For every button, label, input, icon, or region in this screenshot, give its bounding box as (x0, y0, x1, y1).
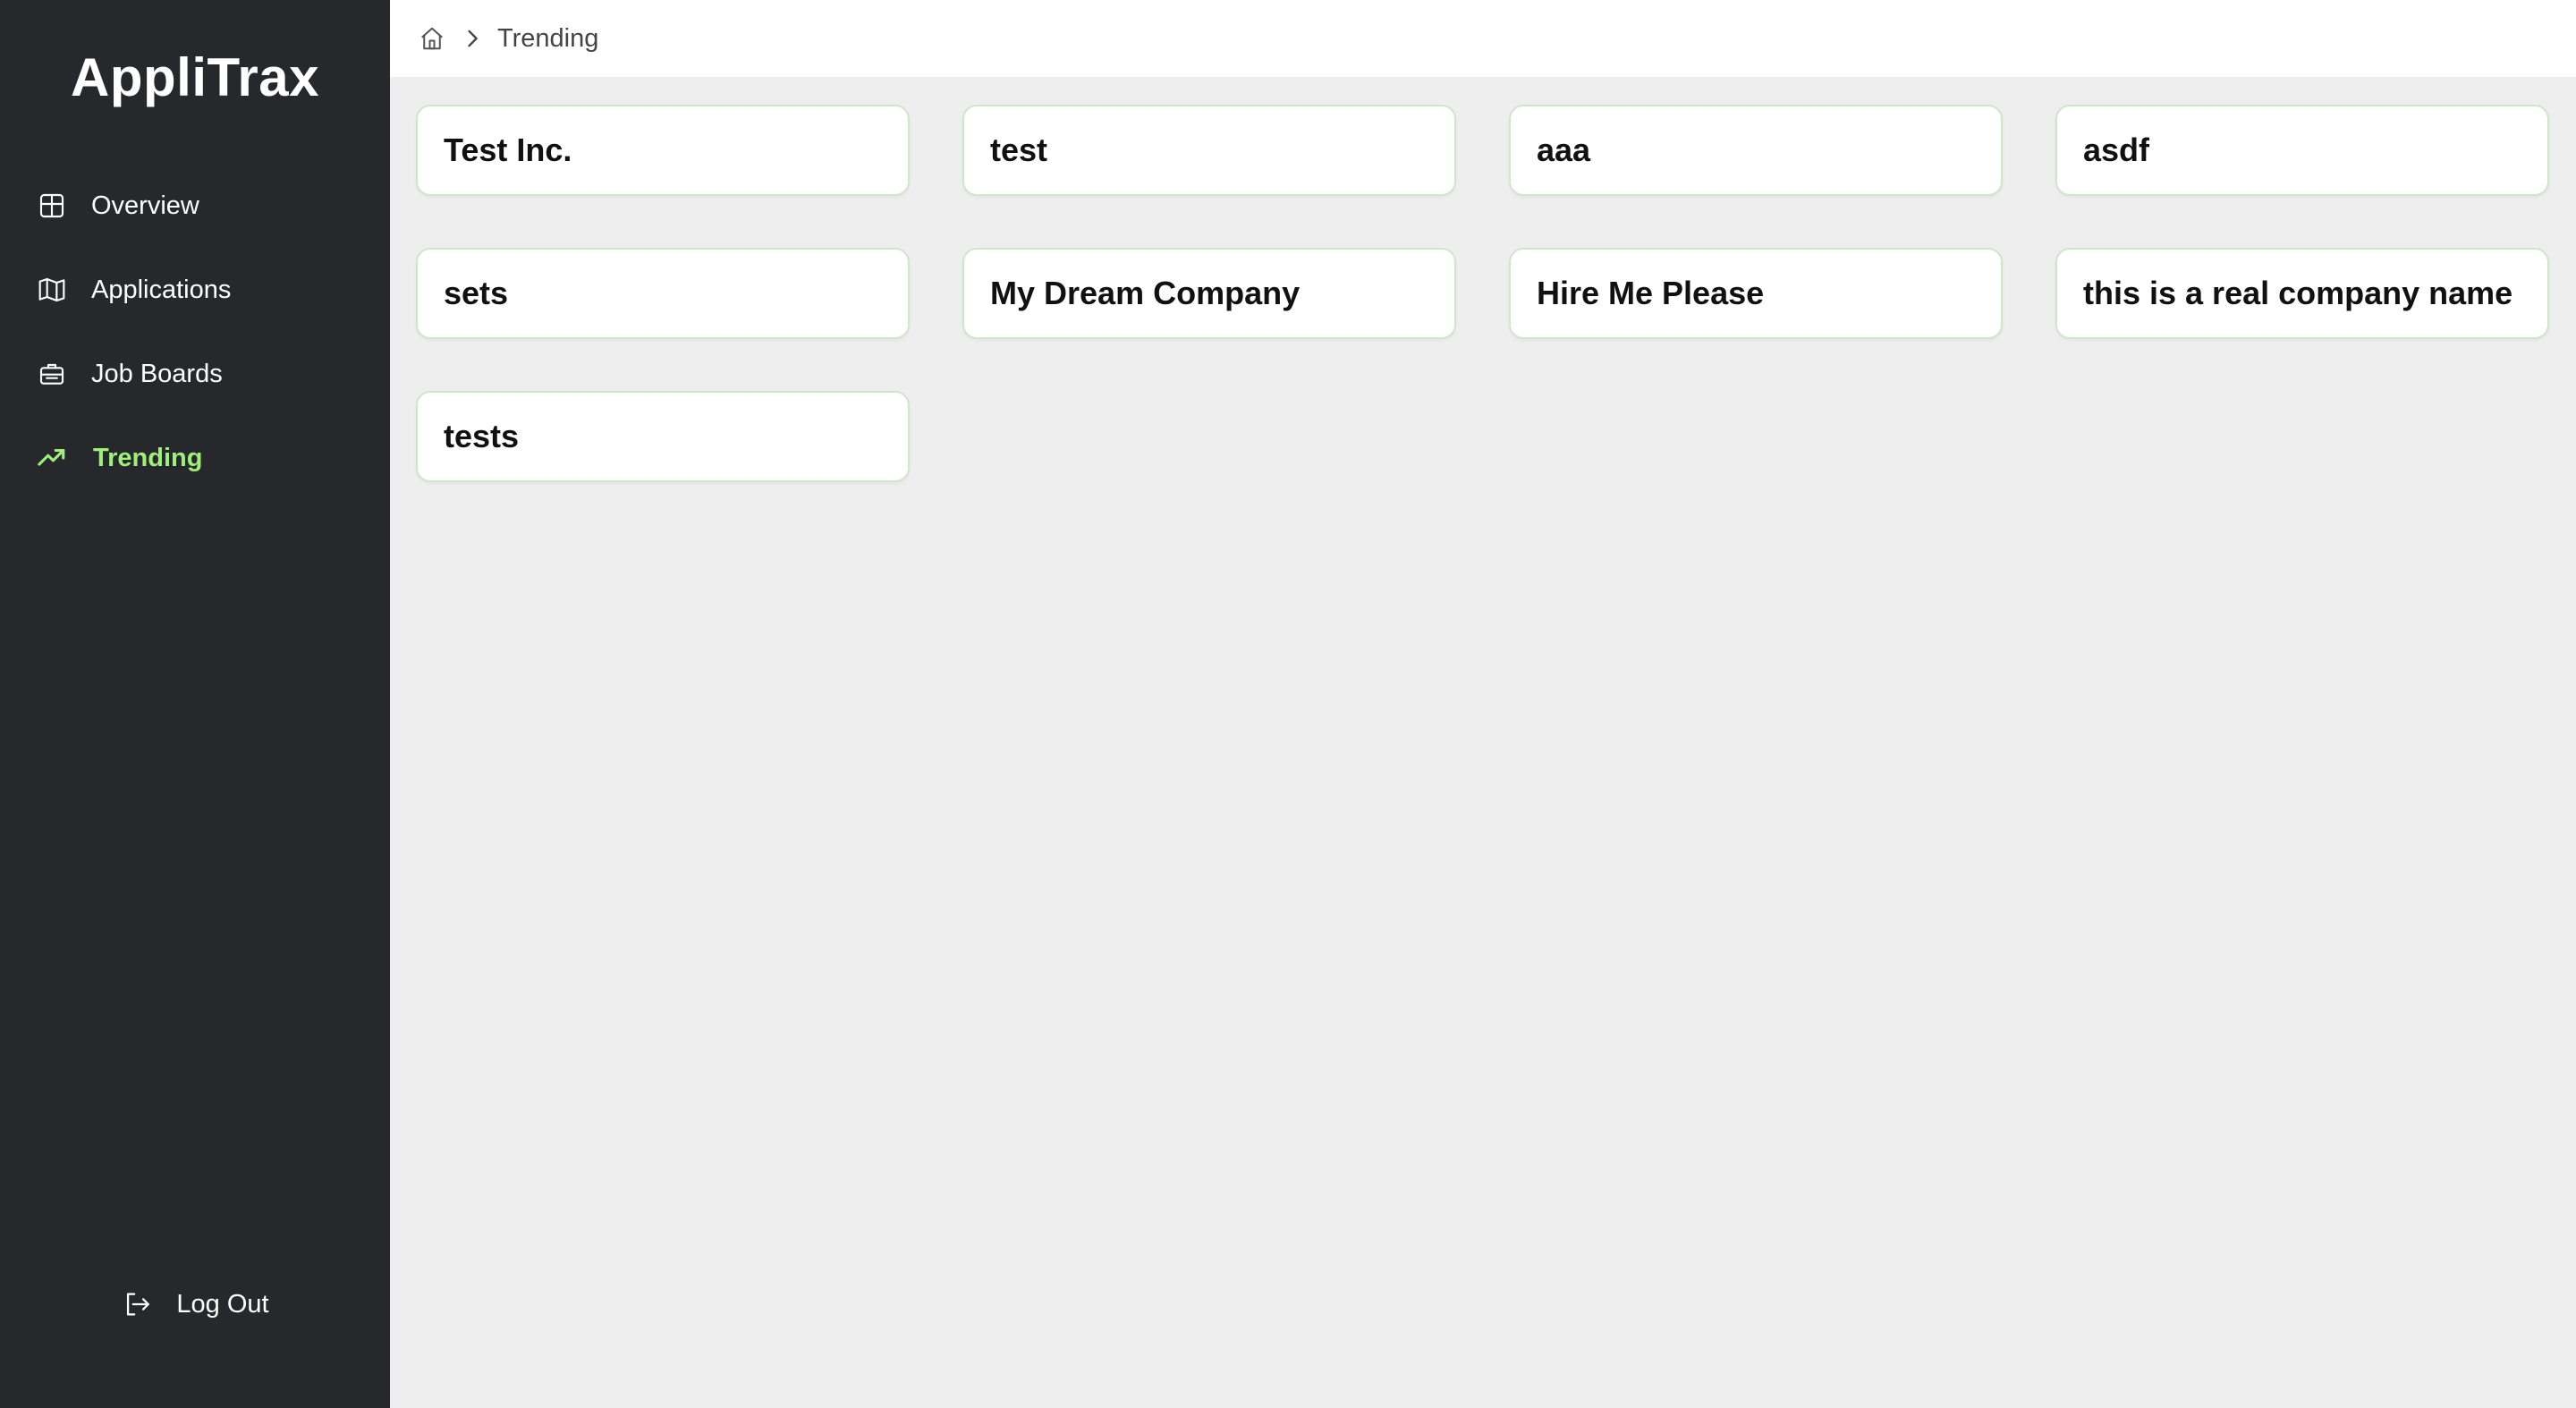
sidebar-item-label: Job Boards (91, 359, 223, 388)
company-card-grid: Test Inc. test aaa asdf sets My Dream Co… (416, 105, 2549, 482)
company-card[interactable]: asdf (2055, 105, 2549, 196)
brand-logo[interactable]: AppliTrax (0, 47, 390, 108)
briefcase-icon (36, 358, 68, 390)
logout-button[interactable]: Log Out (0, 1288, 390, 1320)
chevron-right-icon (460, 23, 485, 54)
sidebar-item-trending[interactable]: Trending (0, 431, 390, 485)
sidebar-item-label: Overview (91, 191, 199, 220)
company-card[interactable]: Hire Me Please (1509, 248, 2003, 339)
sidebar-item-job-boards[interactable]: Job Boards (0, 347, 390, 401)
breadcrumb-current: Trending (497, 23, 599, 53)
company-card[interactable]: Test Inc. (416, 105, 910, 196)
sidebar-item-label: Applications (91, 275, 232, 304)
app-root: AppliTrax Overview Applications Job Boar… (0, 0, 2576, 1408)
logout-label: Log Out (176, 1289, 269, 1319)
home-icon[interactable] (417, 23, 447, 54)
breadcrumb: Trending (390, 0, 2576, 77)
company-card[interactable]: test (962, 105, 1456, 196)
sidebar-item-applications[interactable]: Applications (0, 263, 390, 317)
company-card[interactable]: tests (416, 391, 910, 482)
grid-icon (36, 190, 68, 222)
logout-icon (121, 1288, 153, 1320)
company-card[interactable]: this is a real company name (2055, 248, 2549, 339)
company-card[interactable]: aaa (1509, 105, 2003, 196)
sidebar-item-overview[interactable]: Overview (0, 179, 390, 233)
main-content: Trending Test Inc. test aaa asdf sets My… (390, 0, 2576, 1408)
trending-up-icon (36, 442, 68, 474)
company-card[interactable]: My Dream Company (962, 248, 1456, 339)
company-card[interactable]: sets (416, 248, 910, 339)
map-icon (36, 274, 68, 306)
sidebar: AppliTrax Overview Applications Job Boar… (0, 0, 390, 1408)
sidebar-nav: Overview Applications Job Boards Trendin… (0, 179, 390, 515)
sidebar-item-label: Trending (93, 443, 203, 472)
